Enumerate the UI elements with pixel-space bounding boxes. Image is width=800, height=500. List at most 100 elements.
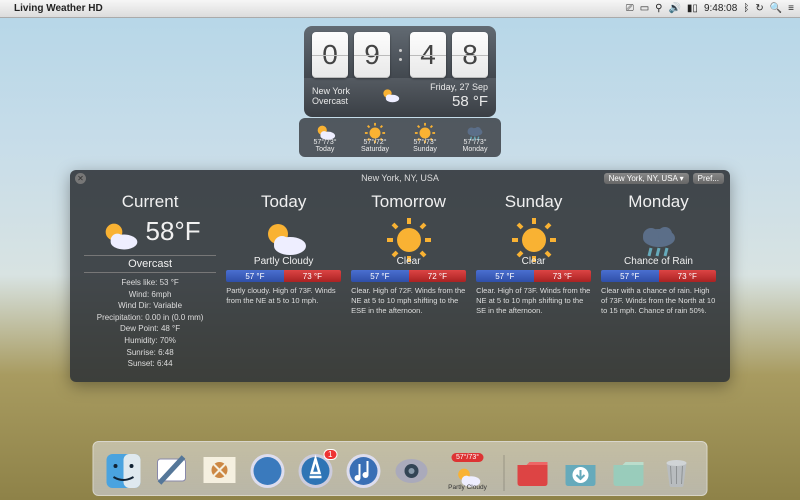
minute-digit-2: 8: [452, 32, 488, 78]
forecast-text: Partly cloudy. High of 73F. Winds from t…: [226, 286, 341, 306]
stat-feelslike: Feels like: 53 °F: [84, 277, 216, 289]
dock-finder[interactable]: [104, 451, 144, 491]
current-column: Current 58°F Overcast Feels like: 53 °F …: [84, 192, 216, 370]
forecast-col-today: Today Partly Cloudy 57 °F 73 °F Partly c…: [226, 192, 341, 370]
stat-sunrise: Sunrise: 6:48: [84, 347, 216, 359]
temp-low: 57 °F: [351, 270, 408, 282]
flip-clock: 0 9 4 8: [304, 26, 496, 78]
widget-city: New York: [312, 86, 350, 97]
partly-icon: [454, 464, 482, 484]
dock: 1 57°/73° Partly Cloudy: [93, 441, 708, 496]
temp-high: 73 °F: [284, 270, 341, 282]
battery-icon[interactable]: ▮▯: [687, 3, 698, 14]
rain-icon: [635, 216, 683, 252]
mini-label: Saturday: [355, 146, 395, 153]
temp-low: 57 °F: [476, 270, 533, 282]
temp-bar: 57 °F 73 °F: [476, 270, 591, 282]
mini-temp: 57°/72°: [355, 139, 395, 146]
forecast-heading: Today: [226, 192, 341, 212]
forecast-col-tomorrow: Tomorrow Clear 57 °F 72 °F Clear. High o…: [351, 192, 466, 370]
notifications-icon[interactable]: ≡: [788, 3, 794, 14]
forecast-condition: Clear: [476, 256, 591, 267]
dock-weather-app[interactable]: 57°/73° Partly Cloudy: [440, 446, 496, 491]
mini-label: Sunday: [405, 146, 445, 153]
temp-low: 57 °F: [601, 270, 658, 282]
weather-detail-panel: ✕ New York, NY, USA New York, NY, USA ▾ …: [70, 170, 730, 382]
location-dropdown[interactable]: New York, NY, USA ▾: [604, 173, 689, 184]
forecast-col-monday: Monday Chance of Rain 57 °F 73 °F Clear …: [601, 192, 716, 370]
sunny-icon: [385, 216, 433, 252]
widget-temp: 58 °F: [430, 93, 488, 111]
current-temp: 58°F: [145, 216, 200, 247]
forecast-condition: Chance of Rain: [601, 256, 716, 267]
minute-digit-1: 4: [410, 32, 446, 78]
dock-facetime[interactable]: [392, 451, 432, 491]
bluetooth-icon[interactable]: ᛒ: [743, 3, 749, 14]
partly-icon: [314, 122, 336, 138]
temp-bar: 57 °F 73 °F: [601, 270, 716, 282]
widget-date: Friday, 27 Sep: [430, 82, 488, 93]
menu-clock[interactable]: 9:48:08: [704, 3, 737, 14]
dock-folder-1[interactable]: [513, 451, 553, 491]
sync-icon[interactable]: ↻: [755, 3, 763, 14]
mini-forecast-strip[interactable]: 57°/73° Today 57°/72° Saturday 57°/73° S…: [299, 118, 501, 157]
airplay-icon[interactable]: ⎚: [626, 3, 634, 14]
forecast-heading: Monday: [601, 192, 716, 212]
dock-itunes[interactable]: [344, 451, 384, 491]
current-condition: Overcast: [84, 255, 216, 273]
dock-safari[interactable]: [248, 451, 288, 491]
hour-digit-1: 0: [312, 32, 348, 78]
temp-high: 73 °F: [534, 270, 591, 282]
app-title[interactable]: Living Weather HD: [14, 3, 103, 14]
display-icon[interactable]: ▭: [640, 3, 649, 14]
volume-icon[interactable]: 🔊: [668, 3, 680, 14]
stat-winddir: Wind Dir: Variable: [84, 300, 216, 312]
rain-icon: [464, 122, 486, 138]
hour-digit-2: 9: [354, 32, 390, 78]
dock-mail[interactable]: [200, 451, 240, 491]
forecast-text: Clear with a chance of rain. High of 73F…: [601, 286, 716, 315]
clock-widget-footer: New York Overcast Friday, 27 Sep 58 °F: [304, 78, 496, 117]
mini-temp: 57°/73°: [305, 139, 345, 146]
mini-label: Today: [305, 146, 345, 153]
temp-low: 57 °F: [226, 270, 283, 282]
clock-widget[interactable]: 0 9 4 8 New York Overcast Friday, 27 Sep…: [304, 26, 496, 117]
wifi-icon[interactable]: ⚲: [655, 3, 662, 14]
widget-condition: Overcast: [312, 96, 350, 107]
stat-humidity: Humidity: 70%: [84, 335, 216, 347]
sunny-icon: [414, 122, 436, 138]
mini-day-1: 57°/72° Saturday: [355, 122, 395, 153]
dock-folder-2[interactable]: [609, 451, 649, 491]
stat-wind: Wind: 6mph: [84, 289, 216, 301]
dock-appstore[interactable]: 1: [296, 451, 336, 491]
forecast-condition: Clear: [351, 256, 466, 267]
partly-icon: [260, 216, 308, 252]
stat-dewpoint: Dew Point: 48 °F: [84, 323, 216, 335]
appstore-badge: 1: [323, 449, 337, 460]
preferences-button[interactable]: Pref...: [693, 173, 724, 184]
temp-high: 72 °F: [409, 270, 466, 282]
stat-sunset: Sunset: 6:44: [84, 358, 216, 370]
cloud-icon: [99, 217, 139, 247]
mini-day-0: 57°/73° Today: [305, 122, 345, 153]
mini-day-3: 57°/73° Monday: [455, 122, 495, 153]
dock-weather-temps: 57°/73°: [452, 453, 483, 462]
dock-weather-label: Partly Cloudy: [440, 484, 496, 491]
mini-temp: 57°/73°: [405, 139, 445, 146]
dock-xcode[interactable]: [152, 451, 192, 491]
dock-downloads[interactable]: [561, 451, 601, 491]
mini-temp: 57°/73°: [455, 139, 495, 146]
clock-colon: [396, 32, 404, 78]
dock-separator: [504, 455, 505, 491]
spotlight-icon[interactable]: 🔍: [770, 3, 782, 14]
sunny-icon: [510, 216, 558, 252]
forecast-heading: Tomorrow: [351, 192, 466, 212]
temp-bar: 57 °F 72 °F: [351, 270, 466, 282]
dock-trash[interactable]: [657, 451, 697, 491]
forecast-text: Clear. High of 72F. Winds from the NE at…: [351, 286, 466, 315]
menu-bar: Living Weather HD ⎚ ▭ ⚲ 🔊 ▮▯ 9:48:08 ᛒ ↻…: [0, 0, 800, 18]
forecast-col-sunday: Sunday Clear 57 °F 73 °F Clear. High of …: [476, 192, 591, 370]
current-stats: Feels like: 53 °F Wind: 6mph Wind Dir: V…: [84, 277, 216, 370]
temp-bar: 57 °F 73 °F: [226, 270, 341, 282]
stat-precip: Precipitation: 0.00 in (0.0 mm): [84, 312, 216, 324]
